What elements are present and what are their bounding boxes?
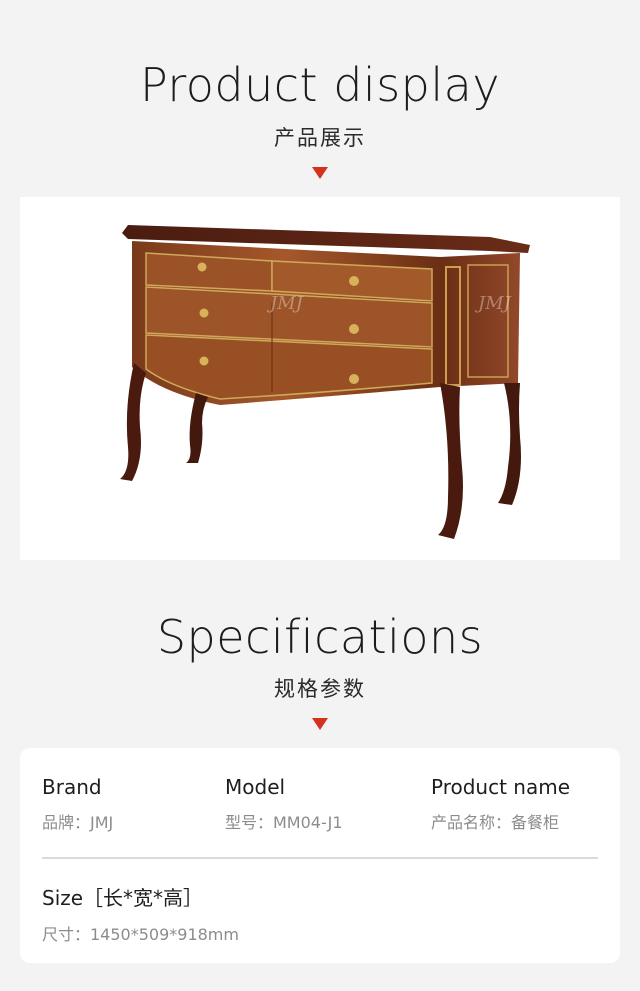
specifications-card: Brand 品牌：JMJ Model 型号：MM04-J1 Product na… xyxy=(20,748,620,963)
specifications-subtitle: 规格参数 xyxy=(274,677,366,701)
spec-product-name-label: Product name xyxy=(431,775,571,799)
triangle-down-icon xyxy=(312,167,328,179)
spec-brand: Brand 品牌：JMJ xyxy=(42,775,113,833)
spec-brand-label: Brand xyxy=(42,775,102,799)
spec-product-name-value: 产品名称：备餐柜 xyxy=(431,813,560,832)
triangle-down-icon xyxy=(312,718,328,730)
spec-product-name: Product name 产品名称：备餐柜 xyxy=(431,775,570,833)
watermark-text: JMJ xyxy=(474,293,513,314)
watermark-text: JMJ xyxy=(266,293,305,314)
spec-divider xyxy=(42,857,598,859)
spec-size: Size［长*宽*高］ 尺寸：1450*509*918mm xyxy=(42,882,239,945)
spec-model-value: 型号：MM04-J1 xyxy=(225,813,343,832)
specifications-title: Specifications xyxy=(156,610,484,664)
spec-size-label: Size［长*宽*高］ xyxy=(42,886,204,910)
spec-model: Model 型号：MM04-J1 xyxy=(225,775,343,833)
sideboard-illustration: JMJ JMJ JMJ xyxy=(120,225,530,539)
spec-size-value: 尺寸：1450*509*918mm xyxy=(42,925,239,944)
spec-brand-value: 品牌：JMJ xyxy=(42,813,114,832)
watermark-text: JMJ xyxy=(396,391,435,412)
spec-model-label: Model xyxy=(225,775,286,799)
product-display-title: Product display xyxy=(139,58,501,112)
product-image: JMJ JMJ JMJ xyxy=(20,197,620,560)
product-display-subtitle: 产品展示 xyxy=(274,126,366,150)
